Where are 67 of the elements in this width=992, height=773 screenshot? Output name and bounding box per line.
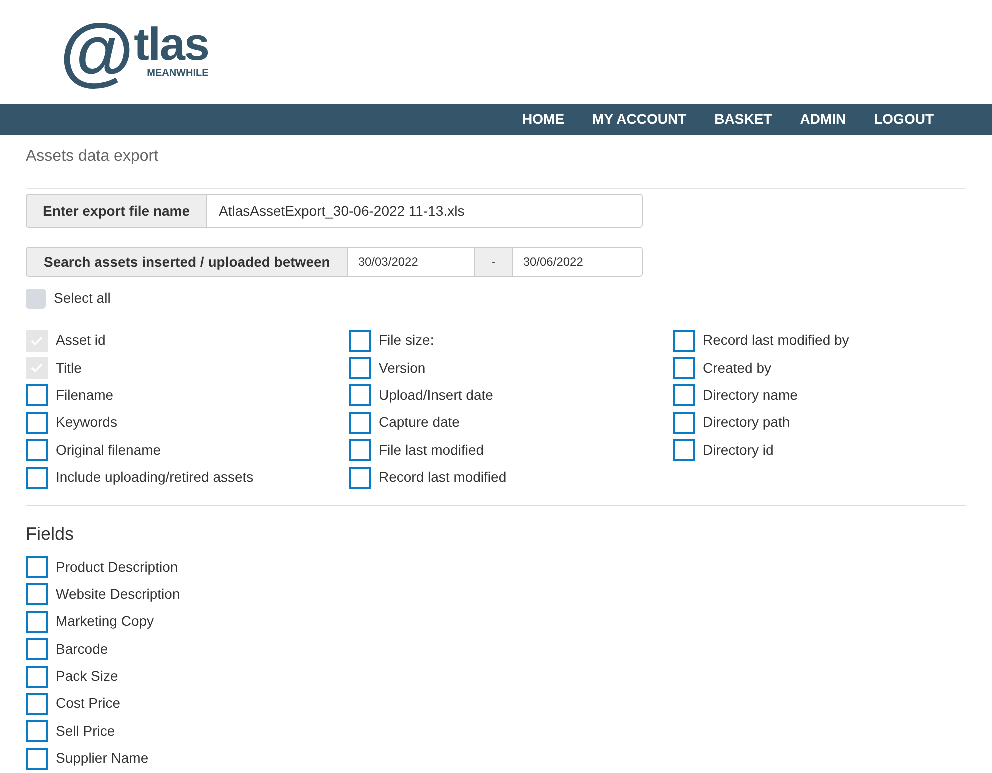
checkbox[interactable] xyxy=(26,610,48,633)
checkbox[interactable] xyxy=(26,439,48,462)
checkbox[interactable] xyxy=(673,439,695,462)
checkbox-label: File last modified xyxy=(379,440,484,460)
logo-word: tlas xyxy=(134,22,209,66)
nav-link[interactable]: HOME xyxy=(522,109,565,130)
checkbox-label: Upload/Insert date xyxy=(379,386,494,405)
checkbox[interactable] xyxy=(26,692,48,715)
checkbox-label: Directory path xyxy=(703,413,790,432)
checkbox[interactable] xyxy=(673,384,695,406)
checkbox-label: Keywords xyxy=(56,413,118,432)
checkbox[interactable] xyxy=(26,748,48,770)
checkbox-label: Version xyxy=(379,358,426,378)
date-to-field[interactable]: 30/06/2022 xyxy=(513,247,643,277)
checkbox-label: Created by xyxy=(703,358,772,378)
check-icon xyxy=(31,336,43,346)
select-all-checkbox[interactable] xyxy=(26,288,46,308)
checkbox-label: Original filename xyxy=(56,440,162,460)
checkbox[interactable] xyxy=(673,330,695,352)
checkbox-label: Directory id xyxy=(703,440,774,460)
checkbox-label: Record last modified xyxy=(379,468,507,488)
checkbox-label: Sell Price xyxy=(56,722,116,741)
checkbox-label: Capture date xyxy=(379,413,460,432)
checkbox[interactable] xyxy=(349,412,371,434)
checkbox-label: Product Description xyxy=(56,558,178,577)
field-label: Search assets inserted / uploaded between xyxy=(26,247,348,277)
checkbox-label: Filename xyxy=(56,386,114,405)
checkbox[interactable] xyxy=(26,466,48,489)
nav-link[interactable]: LOGOUT xyxy=(874,109,934,130)
logo-tagline: MEANWHILE xyxy=(147,67,209,81)
date-from-field[interactable]: 30/03/2022 xyxy=(348,247,476,277)
checkbox-label: Marketing Copy xyxy=(56,612,154,632)
checkbox[interactable] xyxy=(26,583,48,606)
checkbox-label: Supplier Name xyxy=(56,749,149,768)
checkbox[interactable] xyxy=(349,384,371,406)
checkbox-label: Title xyxy=(56,358,82,378)
field-label: Enter export file name xyxy=(26,194,208,228)
checkbox-label: Barcode xyxy=(56,640,108,659)
checkbox-label: Directory name xyxy=(703,386,798,405)
checkbox-label: Record last modified by xyxy=(703,331,850,350)
nav-link[interactable]: BASKET xyxy=(714,109,772,130)
check-icon xyxy=(31,363,43,374)
checkbox[interactable] xyxy=(26,666,48,688)
nav-link[interactable]: MY ACCOUNT xyxy=(592,109,687,130)
checkbox-label: Cost Price xyxy=(56,694,121,714)
checkbox[interactable] xyxy=(349,466,371,489)
checkbox[interactable] xyxy=(26,384,48,406)
nav-link[interactable]: ADMIN xyxy=(800,109,846,130)
checkbox[interactable] xyxy=(349,330,371,352)
checkbox[interactable] xyxy=(349,357,371,380)
page-title: Assets data export xyxy=(26,147,160,167)
section-heading: Fields xyxy=(26,523,76,546)
checkbox[interactable] xyxy=(26,638,48,660)
checkbox[interactable] xyxy=(26,412,48,434)
checkbox[interactable] xyxy=(349,439,371,462)
checkbox[interactable] xyxy=(26,720,48,742)
checkbox-label: Select all xyxy=(54,289,111,308)
checkbox-label: Pack Size xyxy=(56,667,118,686)
checkbox[interactable] xyxy=(673,412,695,434)
checkbox-label: Asset id xyxy=(56,331,106,350)
range-separator: - xyxy=(475,247,514,277)
file-name-field[interactable]: AtlasAssetExport_30-06-2022 11-13.xls xyxy=(207,194,643,228)
checkbox-label: File size: xyxy=(379,331,434,350)
checkbox[interactable] xyxy=(26,556,48,578)
checkbox-label: Include uploading/retired assets xyxy=(56,468,254,488)
checkbox[interactable] xyxy=(673,357,695,380)
checkbox-label: Website Description xyxy=(56,584,180,604)
